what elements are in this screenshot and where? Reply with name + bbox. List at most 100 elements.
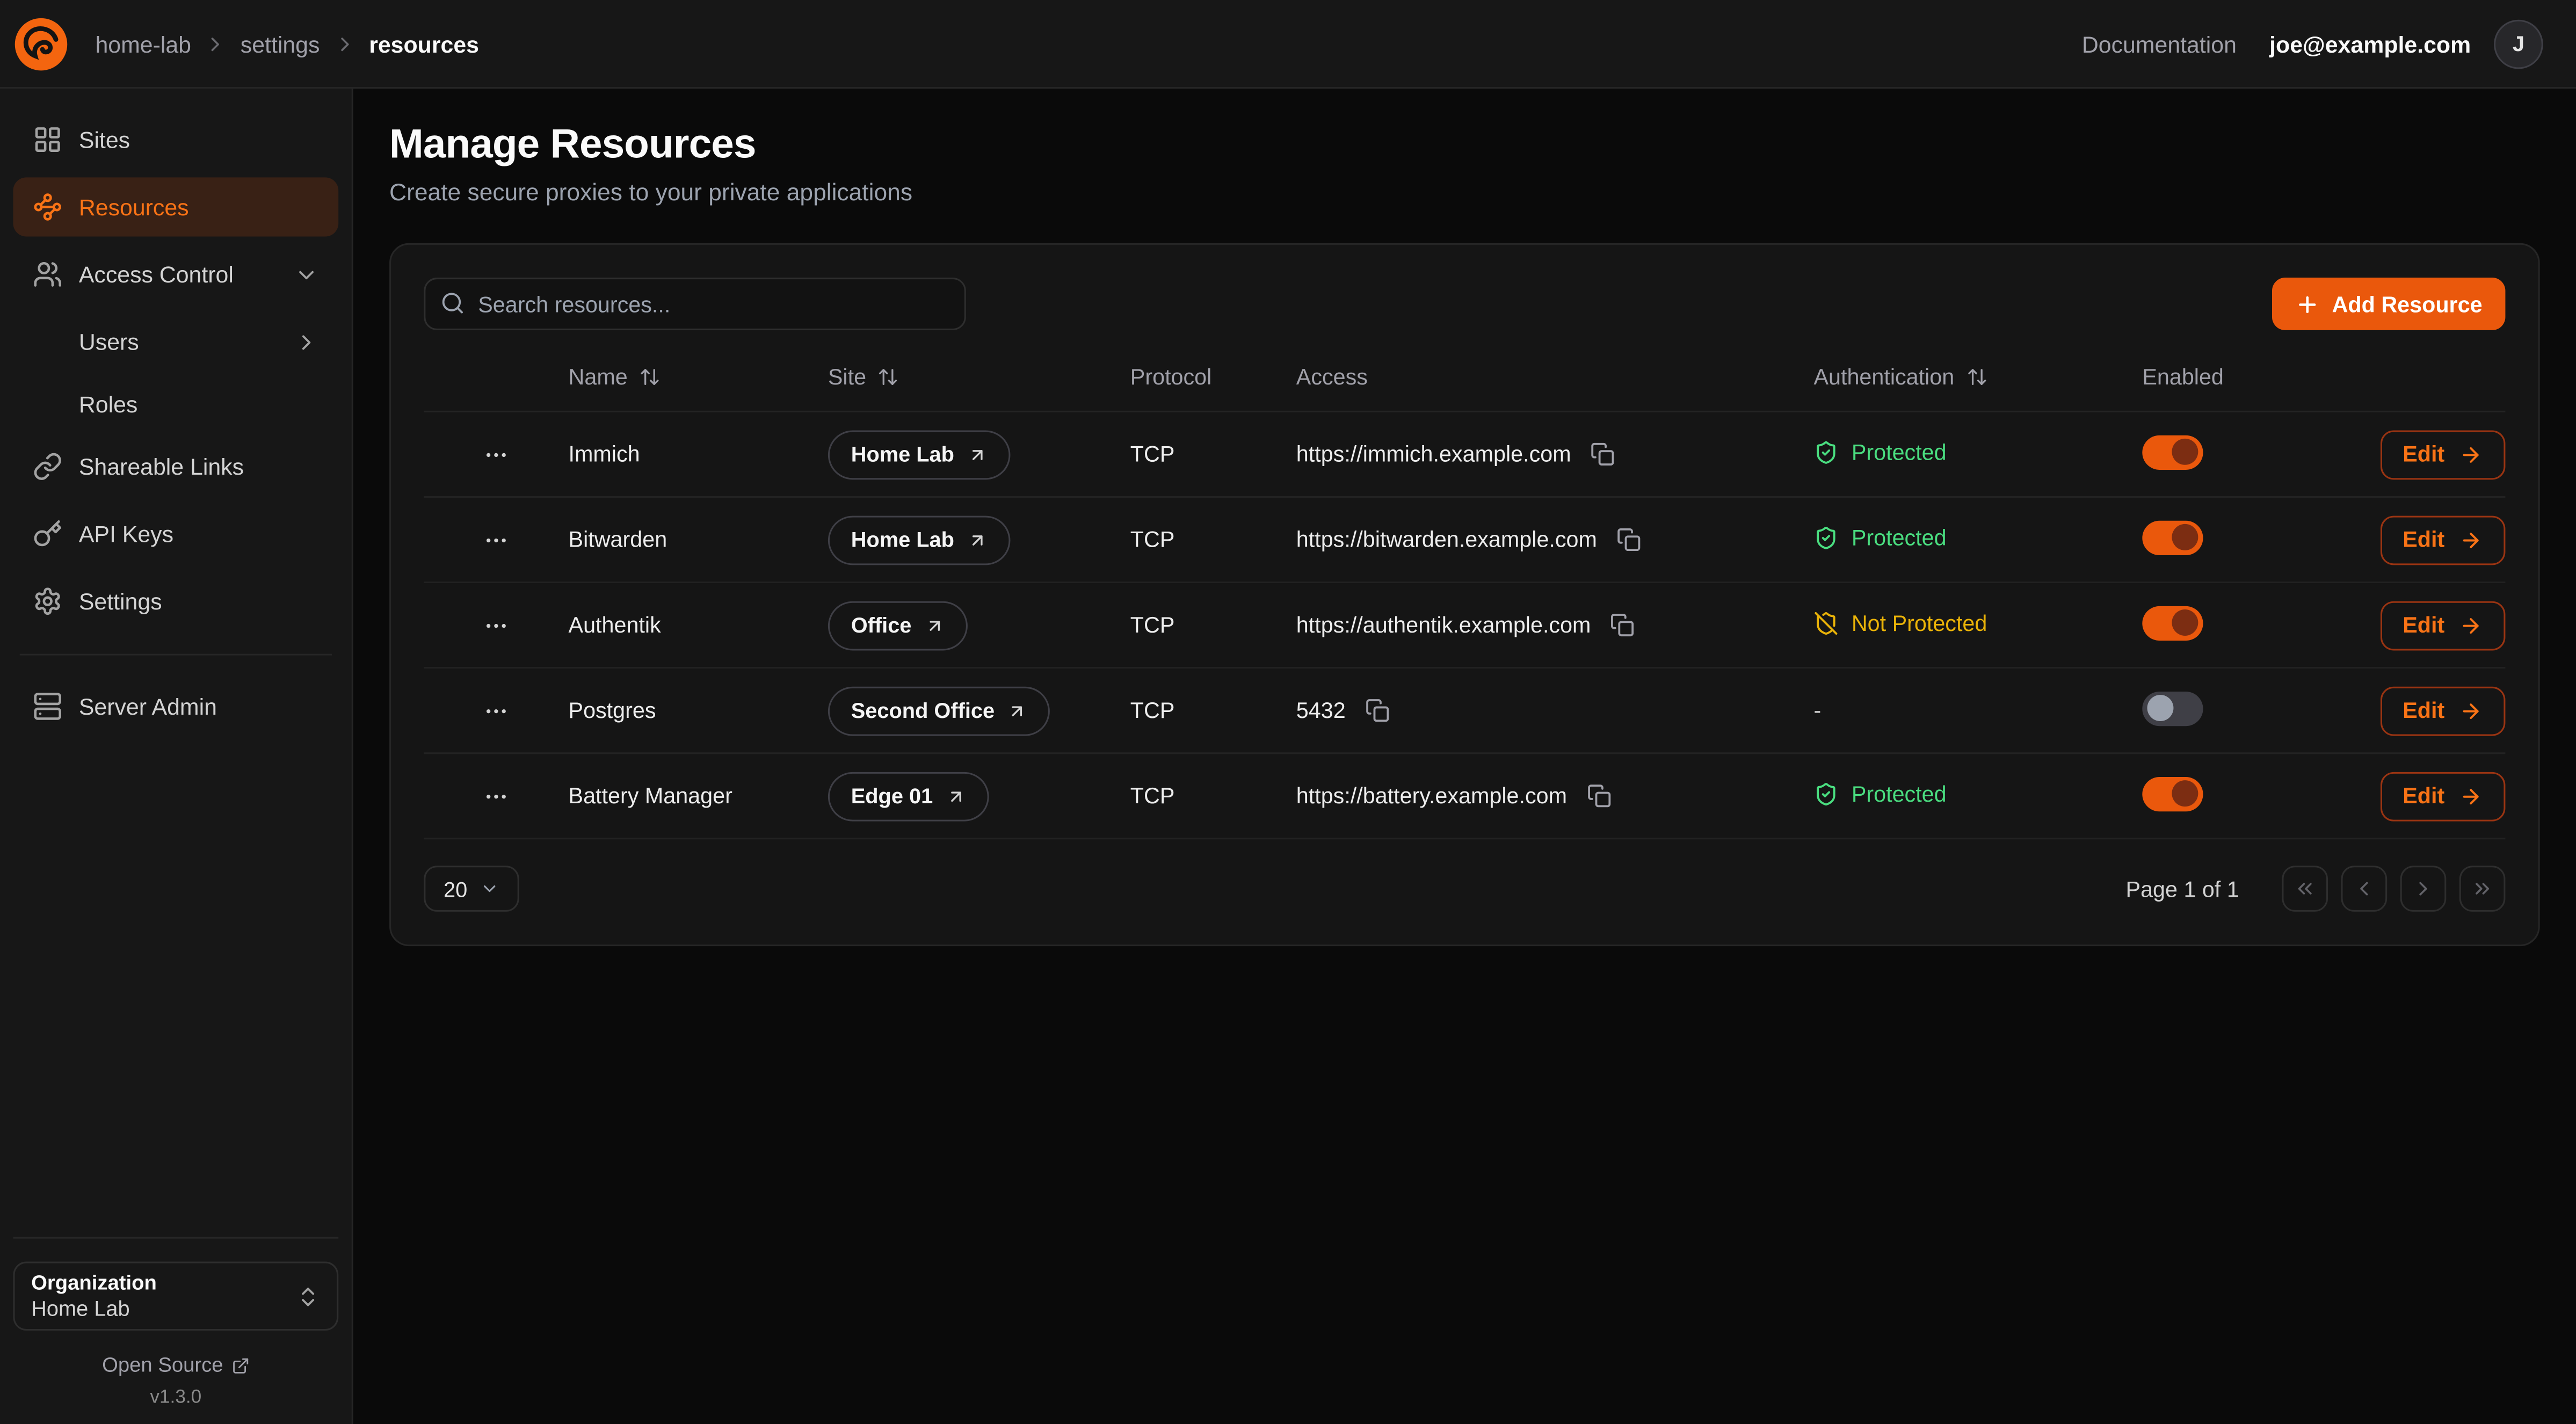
row-menu-button[interactable] [476, 691, 516, 730]
toggle-knob [2172, 439, 2198, 465]
sidebar-item-label: Server Admin [79, 693, 217, 720]
site-link[interactable]: Home Lab [828, 430, 1010, 479]
copy-button[interactable] [1614, 524, 1645, 555]
sidebar-item-sites[interactable]: Sites [13, 110, 338, 169]
link-icon [33, 452, 62, 481]
add-resource-label: Add Resource [2332, 292, 2483, 316]
app-logo-icon[interactable] [13, 16, 69, 71]
ellipsis-icon [483, 441, 509, 467]
next-page-button[interactable] [2400, 866, 2447, 912]
chevron-down-icon [294, 262, 319, 287]
sidebar-item-label: Users [79, 329, 139, 355]
copy-button[interactable] [1607, 609, 1638, 641]
documentation-link[interactable]: Documentation [2082, 31, 2237, 57]
auth-badge: Protected [1813, 525, 1946, 549]
edit-label: Edit [2403, 613, 2444, 637]
sidebar-bottom: Organization Home Lab Open Source v1.3.0 [13, 1237, 338, 1408]
sidebar-item-users[interactable]: Users [13, 312, 338, 371]
arrow-right-icon [2459, 784, 2483, 808]
copy-button[interactable] [1584, 780, 1615, 811]
edit-button[interactable]: Edit [2379, 600, 2505, 650]
arrow-right-icon [2459, 699, 2483, 722]
sort-icon [877, 366, 899, 388]
edit-button[interactable]: Edit [2379, 771, 2505, 820]
resource-name: Immich [569, 442, 828, 467]
enabled-toggle[interactable] [2142, 691, 2203, 725]
access-value: https://battery.example.com [1296, 783, 1567, 808]
enabled-toggle[interactable] [2142, 605, 2203, 640]
column-header-authentication[interactable]: Authentication [1813, 365, 2142, 389]
column-label: Protocol [1130, 365, 1212, 389]
search-icon [440, 290, 465, 315]
sidebar-item-settings[interactable]: Settings [13, 572, 338, 631]
enabled-toggle[interactable] [2142, 520, 2203, 554]
breadcrumb-settings[interactable]: settings [241, 31, 320, 57]
site-name: Edge 01 [851, 783, 933, 808]
enabled-toggle[interactable] [2142, 776, 2203, 811]
site-link[interactable]: Home Lab [828, 515, 1010, 564]
sidebar-item-roles[interactable]: Roles [13, 375, 338, 434]
organization-value: Home Lab [31, 1296, 157, 1321]
resource-name: Battery Manager [569, 783, 828, 808]
copy-button[interactable] [1362, 695, 1393, 726]
enabled-toggle[interactable] [2142, 434, 2203, 469]
protocol-value: TCP [1130, 527, 1296, 552]
auth-label: - [1813, 698, 1821, 723]
sidebar-item-label: Shareable Links [79, 453, 244, 479]
site-link[interactable]: Second Office [828, 686, 1050, 735]
gear-icon [33, 586, 62, 616]
column-header-site[interactable]: Site [828, 365, 1130, 389]
last-page-button[interactable] [2459, 866, 2506, 912]
external-link-icon [231, 1356, 250, 1374]
search-input[interactable] [424, 278, 966, 330]
organization-label: Organization [31, 1272, 157, 1295]
avatar[interactable]: J [2494, 19, 2543, 68]
copy-button[interactable] [1587, 439, 1619, 470]
copy-icon [1610, 613, 1635, 637]
sidebar-item-server-admin[interactable]: Server Admin [13, 677, 338, 736]
edit-label: Edit [2403, 442, 2444, 467]
page-size-select[interactable]: 20 [424, 866, 520, 912]
edit-button[interactable]: Edit [2379, 515, 2505, 564]
arrow-up-right-icon [967, 530, 987, 550]
access-value: https://bitwarden.example.com [1296, 527, 1597, 552]
site-name: Second Office [851, 698, 995, 723]
site-link[interactable]: Edge 01 [828, 771, 989, 820]
sidebar-item-access-control[interactable]: Access Control [13, 245, 338, 304]
first-page-button[interactable] [2282, 866, 2328, 912]
breadcrumb-org[interactable]: home-lab [95, 31, 191, 57]
copy-icon [1591, 442, 1615, 467]
toggle-knob [2172, 609, 2198, 636]
edit-button[interactable]: Edit [2379, 686, 2505, 735]
app: home-lab settings resources Documentatio… [0, 0, 2576, 1424]
user-email[interactable]: joe@example.com [2269, 31, 2471, 57]
toggle-knob [2147, 695, 2174, 721]
row-menu-button[interactable] [476, 605, 516, 644]
add-resource-button[interactable]: Add Resource [2273, 278, 2505, 330]
auth-label: Protected [1852, 525, 1947, 549]
page-subtitle: Create secure proxies to your private ap… [389, 181, 2540, 207]
chevrons-left-icon [2294, 877, 2317, 900]
chevron-down-icon [481, 879, 500, 899]
edit-button[interactable]: Edit [2379, 430, 2505, 479]
row-menu-button[interactable] [476, 776, 516, 816]
access-value: https://immich.example.com [1296, 442, 1571, 467]
sidebar-item-api-keys[interactable]: API Keys [13, 504, 338, 563]
previous-page-button[interactable] [2341, 866, 2388, 912]
sidebar-item-resources[interactable]: Resources [13, 177, 338, 236]
ellipsis-icon [483, 698, 509, 724]
column-header-name[interactable]: Name [569, 365, 828, 389]
chevrons-right-icon [2471, 877, 2494, 900]
organization-selector[interactable]: Organization Home Lab [13, 1262, 338, 1331]
table-row: Authentik Office TCP https://authentik.e… [424, 583, 2505, 669]
auth-label: Protected [1852, 439, 1947, 464]
site-link[interactable]: Office [828, 600, 968, 650]
sidebar-item-shareable-links[interactable]: Shareable Links [13, 437, 338, 496]
copy-icon [1617, 527, 1642, 552]
open-source-link[interactable]: Open Source [13, 1354, 338, 1377]
sort-icon [1966, 366, 1987, 388]
shield-check-icon [1813, 439, 1838, 464]
row-menu-button[interactable] [476, 434, 516, 474]
protocol-value: TCP [1130, 698, 1296, 723]
row-menu-button[interactable] [476, 520, 516, 559]
